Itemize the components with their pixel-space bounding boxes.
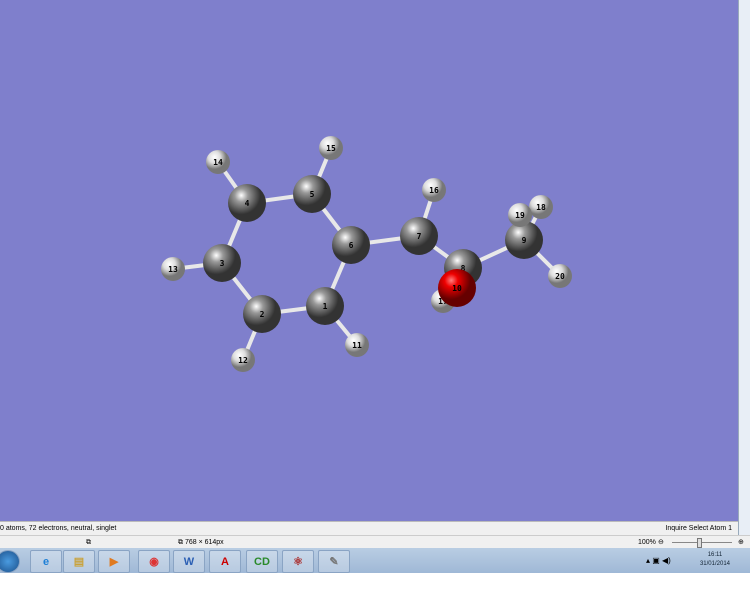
molecule-viewport[interactable]: 1 2 3 4 5 6 7 8 9 11 12 13 14 15 16 17 18 19 20 10: [0, 0, 738, 521]
atom-label: 9: [522, 236, 527, 245]
atom-C-7[interactable]: 7: [400, 217, 438, 255]
atom-H-11[interactable]: 11: [345, 333, 369, 357]
tray-icons[interactable]: ▴ ▣ ◀): [646, 556, 671, 565]
taskbar: e ▤ ▶ ◉ W A CD ⚛ ✎ ▴ ▣ ◀) 16:11 31/01/201…: [0, 548, 750, 573]
atom-H-15[interactable]: 15: [319, 136, 343, 160]
atom-label: 4: [245, 199, 250, 208]
atom-H-19[interactable]: 19: [508, 203, 532, 227]
mode-label: Inquire: [665, 525, 687, 532]
atom-H-12[interactable]: 12: [231, 348, 255, 372]
atom-O-10[interactable]: 10: [438, 269, 476, 307]
zoom-slider[interactable]: [672, 542, 732, 543]
atom-label: 1: [323, 302, 328, 311]
molecule-summary: 0 atoms, 72 electrons, neutral, singlet: [0, 525, 117, 532]
atom-label: 12: [238, 356, 248, 365]
atom-label: 7: [417, 232, 422, 241]
atom-label: 14: [213, 158, 223, 167]
atom-C-9[interactable]: 9: [505, 221, 543, 259]
atom-label: 15: [326, 144, 336, 153]
image-status-bar: ⧉ ⧉ 768 × 614px 100% ⊖ ⊕: [0, 535, 750, 549]
action-label: Select Atom 1: [688, 525, 732, 532]
taskbar-gaussview[interactable]: ⚛: [282, 550, 314, 573]
taskbar-chrome[interactable]: ◉: [138, 550, 170, 573]
atom-C-5[interactable]: 5: [293, 175, 331, 213]
atom-C-2[interactable]: 2: [243, 295, 281, 333]
atom-label: 5: [310, 190, 315, 199]
molecule-canvas[interactable]: 1234567891112131415161718192010: [0, 0, 738, 521]
taskbar-word[interactable]: W: [173, 550, 205, 573]
taskbar-ie[interactable]: e: [30, 550, 62, 573]
window-edge: [738, 0, 750, 548]
atom-C-1[interactable]: 1: [306, 287, 344, 325]
atom-H-20[interactable]: 20: [548, 264, 572, 288]
atom-label: 13: [168, 265, 178, 274]
taskbar-acrobat[interactable]: A: [209, 550, 241, 573]
start-button[interactable]: [0, 550, 20, 573]
clock-time: 16:11: [707, 552, 723, 558]
clock[interactable]: 16:11 31/01/2014: [700, 551, 730, 569]
atom-label: 10: [452, 284, 462, 293]
atom-C-4[interactable]: 4: [228, 184, 266, 222]
atom-label: 19: [515, 211, 525, 220]
atom-label: 2: [260, 310, 265, 319]
atom-H-14[interactable]: 14: [206, 150, 230, 174]
status-bar: 0 atoms, 72 electrons, neutral, singlet …: [0, 521, 738, 535]
atom-label: 6: [349, 241, 354, 250]
taskbar-paint[interactable]: ✎: [318, 550, 350, 573]
clock-date: 31/01/2014: [699, 561, 730, 567]
atom-H-16[interactable]: 16: [422, 178, 446, 202]
atom-H-13[interactable]: 13: [161, 257, 185, 281]
atom-C-3[interactable]: 3: [203, 244, 241, 282]
zoom-slider-thumb[interactable]: [697, 538, 702, 548]
taskbar-media[interactable]: ▶: [98, 550, 130, 573]
atom-label: 20: [555, 272, 565, 281]
taskbar-explorer[interactable]: ▤: [63, 550, 95, 573]
atom-label: 16: [429, 186, 439, 195]
atom-H-18[interactable]: 18: [529, 195, 553, 219]
atom-label: 3: [220, 259, 225, 268]
atom-label: 18: [536, 203, 546, 212]
taskbar-chemdraw[interactable]: CD: [246, 550, 278, 573]
atom-label: 11: [352, 341, 362, 350]
atom-C-6[interactable]: 6: [332, 226, 370, 264]
size-text: 768 × 614px: [184, 539, 224, 546]
